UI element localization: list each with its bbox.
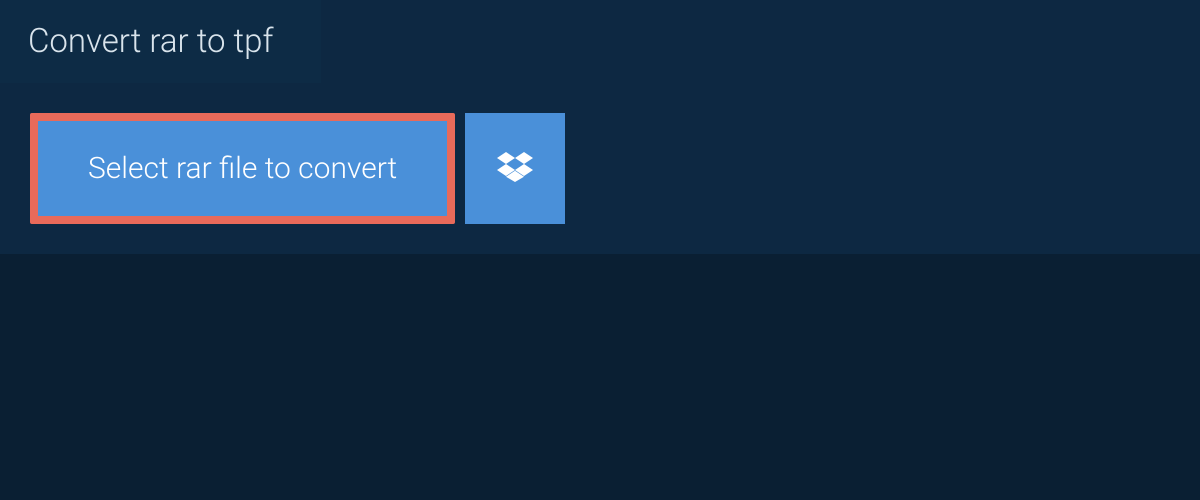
- dropbox-button[interactable]: [465, 113, 565, 224]
- button-row: Select rar file to convert: [0, 83, 1200, 224]
- select-file-button[interactable]: Select rar file to convert: [30, 113, 455, 224]
- tab-title: Convert rar to tpf: [28, 22, 273, 61]
- tab-convert[interactable]: Convert rar to tpf: [0, 0, 321, 83]
- converter-panel: Convert rar to tpf Select rar file to co…: [0, 0, 1200, 254]
- dropbox-icon: [497, 149, 533, 189]
- select-file-label: Select rar file to convert: [88, 151, 397, 186]
- tab-area: Convert rar to tpf: [0, 0, 1200, 83]
